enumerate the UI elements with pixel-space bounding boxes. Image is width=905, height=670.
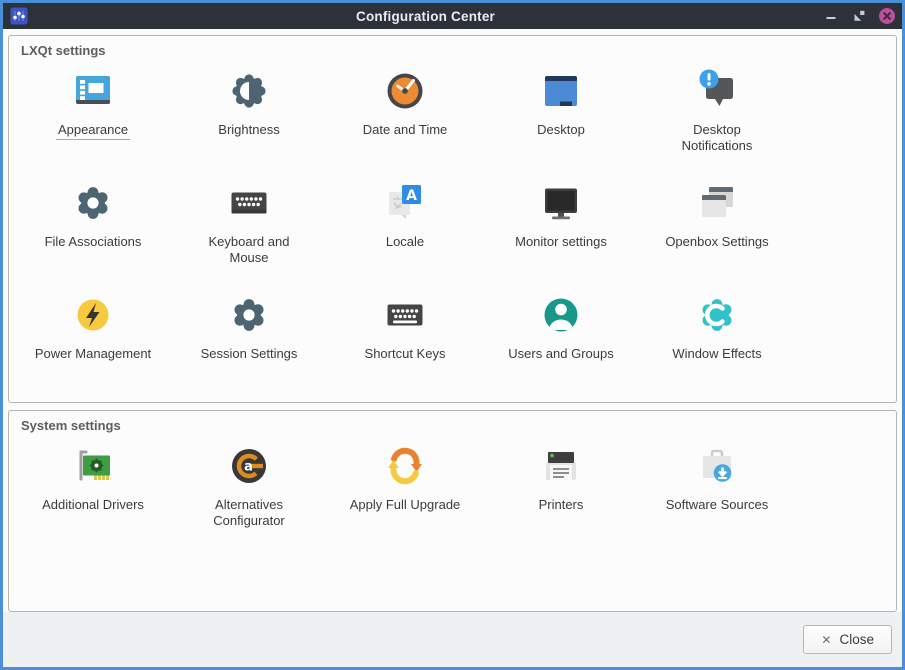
launcher-item-brightness[interactable]: Brightness <box>171 61 327 173</box>
launcher-item-additional-drivers[interactable]: Additional Drivers <box>15 436 171 548</box>
close-window-button[interactable] <box>879 8 895 24</box>
launcher-item-software-sources[interactable]: Software Sources <box>639 436 795 548</box>
launcher-item-appearance[interactable]: Appearance <box>15 61 171 173</box>
maximize-button[interactable] <box>851 8 867 24</box>
minimize-button[interactable] <box>823 8 839 24</box>
additional-drivers-icon <box>69 442 117 490</box>
app-icon <box>10 7 28 25</box>
item-label: Printers <box>537 497 586 514</box>
item-label: Users and Groups <box>506 346 616 363</box>
launcher-item-file-associations[interactable]: File Associations <box>15 173 171 285</box>
window-controls <box>823 8 895 24</box>
svg-text:A: A <box>406 188 417 204</box>
close-x-icon: ✕ <box>821 634 831 646</box>
section-title: System settings <box>17 416 888 433</box>
launcher-item-locale[interactable]: A Locale <box>327 173 483 285</box>
locale-icon: A <box>381 179 429 227</box>
desktop-notifications-icon <box>693 67 741 115</box>
close-button-label: Close <box>839 632 874 647</box>
launcher-item-printers[interactable]: Printers <box>483 436 639 548</box>
system-settings-grid: Additional Drivers a Alternatives Configur… <box>15 436 888 548</box>
desktop-icon <box>537 67 585 115</box>
launcher-item-monitor-settings[interactable]: Monitor settings <box>483 173 639 285</box>
launcher-item-session-settings[interactable]: Session Settings <box>171 285 327 397</box>
launcher-item-window-effects[interactable]: Window Effects <box>639 285 795 397</box>
section-title: LXQt settings <box>17 41 888 58</box>
launcher-item-alternatives-configurator[interactable]: a Alternatives Configurator <box>171 436 327 548</box>
item-label: Alternatives Configurator <box>191 497 307 530</box>
item-label: Apply Full Upgrade <box>348 497 463 514</box>
apply-full-upgrade-icon <box>381 442 429 490</box>
openbox-settings-icon <box>693 179 741 227</box>
brightness-icon <box>225 67 273 115</box>
printers-icon <box>537 442 585 490</box>
launcher-item-power-management[interactable]: Power Management <box>15 285 171 397</box>
power-management-icon <box>69 291 117 339</box>
window-effects-icon <box>693 291 741 339</box>
item-label: Desktop <box>535 122 587 139</box>
item-label: Locale <box>384 234 426 251</box>
lxqt-settings-grid: Appearance Brightness Date and Time Desktop… <box>15 61 888 397</box>
item-label: Date and Time <box>361 122 450 139</box>
launcher-item-shortcut-keys[interactable]: Shortcut Keys <box>327 285 483 397</box>
footer-bar: ✕ Close <box>3 612 902 667</box>
item-label: Desktop Notifications <box>659 122 775 155</box>
item-label: Keyboard and Mouse <box>191 234 307 267</box>
close-dialog-button[interactable]: ✕ Close <box>803 625 892 654</box>
software-sources-icon <box>693 442 741 490</box>
item-label: File Associations <box>43 234 144 251</box>
launcher-item-date-and-time[interactable]: Date and Time <box>327 61 483 173</box>
item-label: Software Sources <box>664 497 771 514</box>
launcher-item-desktop-notifications[interactable]: Desktop Notifications <box>639 61 795 173</box>
item-label: Openbox Settings <box>663 234 770 251</box>
shortcut-keys-icon <box>381 291 429 339</box>
item-label: Session Settings <box>199 346 300 363</box>
item-label: Shortcut Keys <box>363 346 448 363</box>
item-label: Additional Drivers <box>40 497 146 514</box>
launcher-item-keyboard-and-mouse[interactable]: Keyboard and Mouse <box>171 173 327 285</box>
keyboard-mouse-icon <box>225 179 273 227</box>
file-associations-icon <box>69 179 117 227</box>
item-label: Brightness <box>216 122 281 139</box>
lxqt-settings-section: LXQt settings Appearance Brightness Date a… <box>8 35 897 403</box>
item-label: Power Management <box>33 346 153 363</box>
launcher-item-desktop[interactable]: Desktop <box>483 61 639 173</box>
titlebar: Configuration Center <box>3 3 902 29</box>
item-label: Monitor settings <box>513 234 609 251</box>
system-settings-section: System settings Additional Drivers a Alter… <box>8 410 897 612</box>
configuration-center-window: Configuration Center LXQt settings <box>0 0 905 670</box>
main-content: LXQt settings Appearance Brightness Date a… <box>3 29 902 612</box>
window-title: Configuration Center <box>28 9 823 24</box>
appearance-icon <box>69 67 117 115</box>
monitor-settings-icon <box>537 179 585 227</box>
launcher-item-openbox-settings[interactable]: Openbox Settings <box>639 173 795 285</box>
launcher-item-apply-full-upgrade[interactable]: Apply Full Upgrade <box>327 436 483 548</box>
item-label: Window Effects <box>670 346 763 363</box>
alternatives-configurator-icon: a <box>225 442 273 490</box>
users-groups-icon <box>537 291 585 339</box>
svg-text:a: a <box>244 460 253 475</box>
item-label: Appearance <box>56 122 130 140</box>
date-time-icon <box>381 67 429 115</box>
launcher-item-users-and-groups[interactable]: Users and Groups <box>483 285 639 397</box>
session-settings-icon <box>225 291 273 339</box>
